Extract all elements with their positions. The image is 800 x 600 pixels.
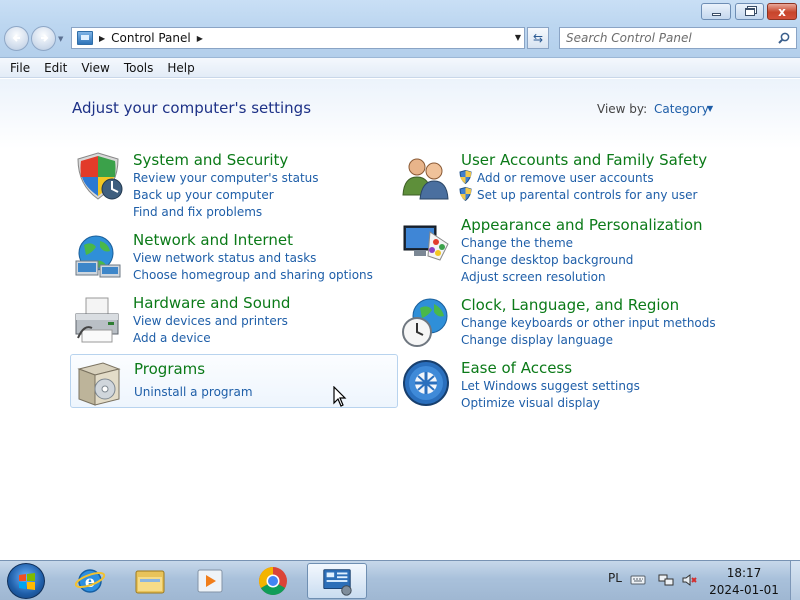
menu-bar: File Edit View Tools Help <box>0 58 800 78</box>
volume-muted-icon[interactable] <box>682 573 698 587</box>
maximize-button[interactable] <box>735 3 764 20</box>
refresh-icon: ⇆ <box>532 31 544 45</box>
programs-box-icon[interactable] <box>73 357 125 409</box>
category-title[interactable]: Hardware and Sound <box>133 294 290 312</box>
breadcrumb-chevron-icon[interactable]: ▶ <box>197 34 203 43</box>
windows-logo-icon <box>19 573 35 590</box>
menu-help[interactable]: Help <box>160 61 201 75</box>
taskbar-internet-explorer[interactable]: e <box>62 563 118 599</box>
printer-icon[interactable] <box>72 294 124 346</box>
search-input[interactable] <box>566 28 776 48</box>
category-title[interactable]: Clock, Language, and Region <box>461 296 679 314</box>
link-network-status[interactable]: View network status and tasks <box>133 251 316 265</box>
link-backup[interactable]: Back up your computer <box>133 188 274 202</box>
address-dropdown-icon[interactable]: ▼ <box>515 33 521 42</box>
clock-globe-icon[interactable] <box>400 296 452 348</box>
taskbar: e PL 18:17 2024-01-01 <box>0 560 800 600</box>
search-icon[interactable] <box>778 32 790 44</box>
clock-time[interactable]: 18:17 <box>700 566 788 580</box>
category-title[interactable]: System and Security <box>133 151 288 169</box>
link-desktop-background[interactable]: Change desktop background <box>461 253 633 267</box>
forward-arrow-icon <box>41 34 49 42</box>
back-arrow-icon <box>12 34 20 42</box>
taskbar-control-panel[interactable] <box>307 563 367 599</box>
link-review-status[interactable]: Review your computer's status <box>133 171 319 185</box>
category-network-internet: Network and Internet View network status… <box>70 231 398 287</box>
control-panel-content: Adjust your computer's settings View by:… <box>0 79 800 560</box>
link-add-device[interactable]: Add a device <box>133 331 211 345</box>
users-icon[interactable] <box>400 151 452 203</box>
link-find-fix-problems[interactable]: Find and fix problems <box>133 205 262 219</box>
menu-file[interactable]: File <box>3 61 37 75</box>
link-display-language[interactable]: Change display language <box>461 333 613 347</box>
breadcrumb-chevron-icon[interactable]: ▶ <box>99 34 105 43</box>
page-title: Adjust your computer's settings <box>72 99 312 117</box>
show-desktop-button[interactable] <box>790 561 800 600</box>
menu-view[interactable]: View <box>74 61 116 75</box>
link-optimize-visual[interactable]: Optimize visual display <box>461 396 600 410</box>
restore-icon <box>744 7 755 16</box>
forward-button[interactable] <box>31 26 56 51</box>
link-screen-resolution[interactable]: Adjust screen resolution <box>461 270 606 284</box>
media-player-icon <box>197 569 223 593</box>
security-shield-icon[interactable] <box>72 151 124 203</box>
category-hardware-sound: Hardware and Sound View devices and prin… <box>70 294 398 350</box>
refresh-button[interactable]: ⇆ <box>527 27 549 49</box>
control-panel-small-icon <box>77 31 93 45</box>
category-ease-of-access: Ease of Access Let Windows suggest setti… <box>398 359 726 415</box>
control-panel-icon <box>323 569 352 596</box>
category-title[interactable]: User Accounts and Family Safety <box>461 151 707 169</box>
link-change-theme[interactable]: Change the theme <box>461 236 573 250</box>
view-by-label: View by: <box>597 102 648 116</box>
uac-shield-icon <box>459 187 472 201</box>
monitor-palette-icon[interactable] <box>400 216 452 268</box>
recent-pages-dropdown[interactable]: ▼ <box>58 35 63 43</box>
category-title[interactable]: Programs <box>134 360 205 378</box>
menu-tools[interactable]: Tools <box>117 61 161 75</box>
language-indicator[interactable]: PL <box>608 571 622 585</box>
link-devices-printers[interactable]: View devices and printers <box>133 314 288 328</box>
link-parental-controls[interactable]: Set up parental controls for any user <box>477 188 697 202</box>
internet-explorer-icon: e <box>74 569 106 593</box>
mouse-cursor-icon <box>333 386 347 407</box>
clock-date[interactable]: 2024-01-01 <box>700 583 788 597</box>
view-by-dropdown[interactable]: Category <box>654 102 709 116</box>
link-suggest-settings[interactable]: Let Windows suggest settings <box>461 379 640 393</box>
minimize-icon <box>711 13 721 16</box>
category-appearance: Appearance and Personalization Change th… <box>398 216 726 284</box>
breadcrumb-control-panel[interactable]: Control Panel <box>111 31 191 45</box>
category-title[interactable]: Network and Internet <box>133 231 293 249</box>
network-icon[interactable] <box>658 573 674 587</box>
category-system-security: System and Security Review your computer… <box>70 151 398 219</box>
category-programs[interactable]: Programs Uninstall a program <box>70 354 398 408</box>
link-add-remove-users[interactable]: Add or remove user accounts <box>477 171 654 185</box>
menu-edit[interactable]: Edit <box>37 61 74 75</box>
chevron-down-icon[interactable]: ▼ <box>707 104 713 113</box>
link-homegroup-sharing[interactable]: Choose homegroup and sharing options <box>133 268 373 282</box>
taskbar-media-player[interactable] <box>182 563 238 599</box>
window-chrome: x ▼ ▶ Control Panel ▶ ▼ ⇆ <box>0 0 800 58</box>
uac-shield-icon <box>459 170 472 184</box>
keyboard-icon[interactable] <box>630 573 646 587</box>
back-button[interactable] <box>4 26 29 51</box>
category-title[interactable]: Ease of Access <box>461 359 572 377</box>
taskbar-windows-explorer[interactable] <box>122 563 178 599</box>
minimize-button[interactable] <box>701 3 731 20</box>
ease-of-access-icon[interactable] <box>400 359 452 411</box>
chrome-icon <box>259 567 287 595</box>
windows-explorer-icon <box>135 570 165 594</box>
category-user-accounts: User Accounts and Family Safety Add or r… <box>398 151 726 207</box>
start-button[interactable] <box>7 563 45 599</box>
link-uninstall-program[interactable]: Uninstall a program <box>134 385 253 399</box>
address-bar[interactable]: ▶ Control Panel ▶ ▼ <box>71 27 525 49</box>
search-box[interactable] <box>559 27 797 49</box>
close-button[interactable]: x <box>767 3 797 20</box>
network-globe-icon[interactable] <box>72 231 124 283</box>
taskbar-chrome[interactable] <box>245 563 301 599</box>
close-icon: x <box>778 4 786 19</box>
category-title[interactable]: Appearance and Personalization <box>461 216 703 234</box>
link-change-keyboards[interactable]: Change keyboards or other input methods <box>461 316 716 330</box>
category-clock-region: Clock, Language, and Region Change keybo… <box>398 296 726 352</box>
